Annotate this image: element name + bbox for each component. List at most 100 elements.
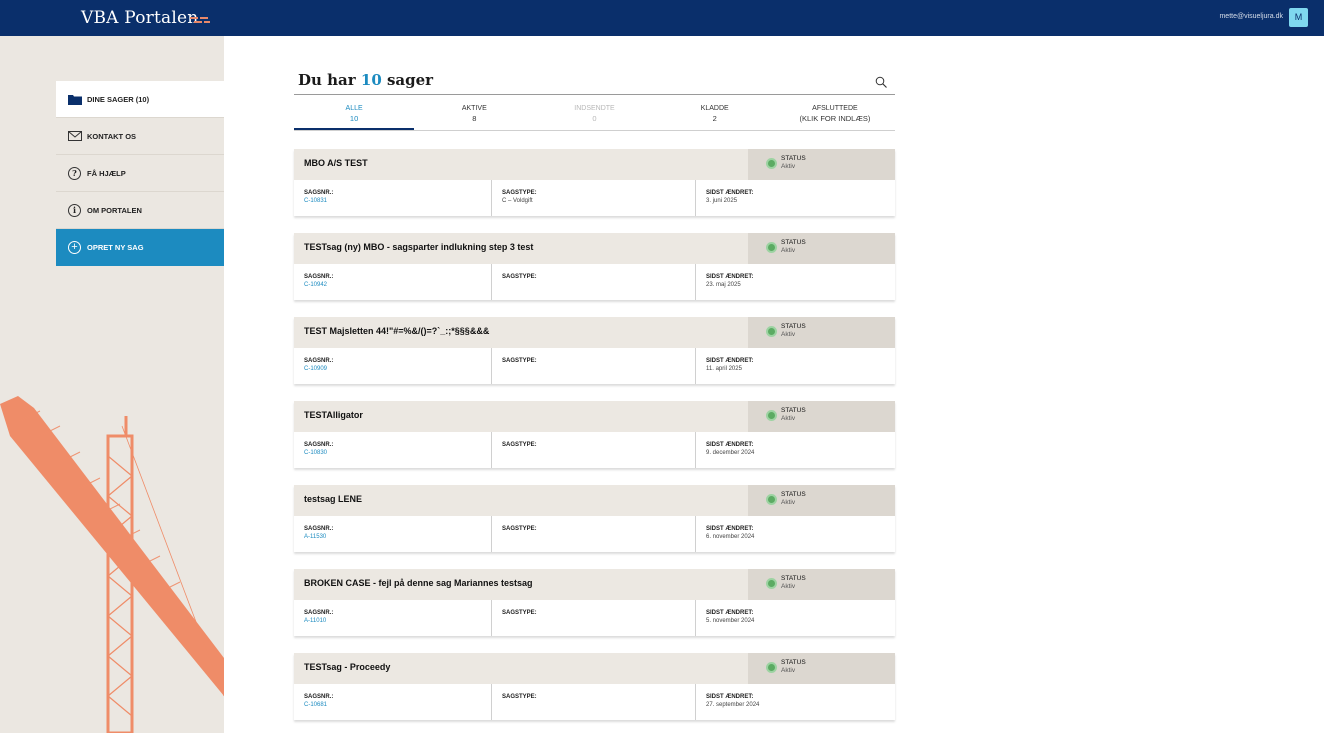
case-card: BROKEN CASE - fejl på denne sag Marianne…	[294, 569, 895, 636]
status-dot-icon	[766, 578, 777, 589]
sidebar: DINE SAGER (10) KONTAKT OS ? FÅ HJÆLP i …	[0, 36, 224, 733]
status-dot-icon	[766, 326, 777, 337]
case-details: SAGSNR.: C-10681 SAGSTYPE: SIDST ÆNDRET: 2…	[294, 684, 895, 720]
case-type-field: SAGSTYPE:	[492, 684, 696, 720]
sidebar-item-label: OM PORTALEN	[87, 205, 142, 215]
case-number-link[interactable]: A-11530	[304, 533, 491, 541]
main-content: Du har 10 sager ALLE 10 AKTIVE 8 INDSENDTE…	[294, 64, 895, 733]
case-title[interactable]: testsag LENE	[294, 485, 748, 516]
case-status: STATUS Aktiv	[748, 569, 895, 600]
sidebar-nav: DINE SAGER (10) KONTAKT OS ? FÅ HJÆLP i …	[56, 81, 224, 266]
case-type-field: SAGSTYPE:	[492, 600, 696, 636]
last-changed-field: SIDST ÆNDRET: 23. maj 2025	[706, 274, 754, 288]
tab-indsendte[interactable]: INDSENDTE 0	[534, 95, 654, 130]
case-status: STATUS Aktiv	[748, 317, 895, 348]
last-changed-field: SIDST ÆNDRET: 5. november 2024	[706, 610, 755, 624]
case-number-field: SAGSNR.: C-10909	[294, 348, 492, 384]
page-title: Du har 10 sager	[298, 71, 434, 89]
folder-icon	[67, 93, 82, 106]
status-dot-icon	[766, 158, 777, 169]
last-changed-field: SIDST ÆNDRET: 11. april 2025	[706, 358, 754, 372]
case-number-link[interactable]: C-10909	[304, 365, 491, 373]
tab-alle[interactable]: ALLE 10	[294, 95, 415, 130]
case-type-field: SAGSTYPE:	[492, 516, 696, 552]
last-changed-field: SIDST ÆNDRET: 6. november 2024	[706, 526, 755, 540]
case-details: SAGSNR.: C-10909 SAGSTYPE: SIDST ÆNDRET: 1…	[294, 348, 895, 384]
case-details: SAGSNR.: A-11010 SAGSTYPE: SIDST ÆNDRET: 5…	[294, 600, 895, 636]
case-details: SAGSNR.: C-10830 SAGSTYPE: SIDST ÆNDRET: 9…	[294, 432, 895, 468]
case-status: STATUS Aktiv	[748, 401, 895, 432]
case-type-field: SAGSTYPE:	[492, 432, 696, 468]
tab-kladde[interactable]: KLADDE 2	[655, 95, 775, 130]
case-status: STATUS Aktiv	[748, 653, 895, 684]
top-bar: VBA Portalen mette@visueljura.dk M	[0, 0, 1324, 36]
status-dot-icon	[766, 410, 777, 421]
case-number-link[interactable]: C-10830	[304, 449, 491, 457]
sidebar-item-label: FÅ HJÆLP	[87, 168, 126, 178]
case-details: SAGSNR.: A-11530 SAGSTYPE: SIDST ÆNDRET: 6…	[294, 516, 895, 552]
app-logo[interactable]: VBA Portalen	[81, 8, 198, 28]
case-header: TESTsag (ny) MBO - sagsparter indlukning…	[294, 233, 895, 264]
case-details: SAGSNR.: C-10831 SAGSTYPE: C – Voldgift SI…	[294, 180, 895, 216]
case-type-field: SAGSTYPE: C – Voldgift	[492, 180, 696, 216]
filter-tabs: ALLE 10 AKTIVE 8 INDSENDTE 0 KLADDE 2 AFSLUT…	[294, 95, 895, 131]
case-header: TEST Majsletten 44!"#=%&/()=?`_:;*§§§&&&…	[294, 317, 895, 348]
case-status: STATUS Aktiv	[748, 149, 895, 180]
sidebar-item-om-portalen[interactable]: i OM PORTALEN	[56, 192, 224, 229]
last-changed-field: SIDST ÆNDRET: 9. december 2024	[706, 442, 755, 456]
case-type-field: SAGSTYPE:	[492, 348, 696, 384]
sidebar-item-label: DINE SAGER (10)	[87, 94, 150, 104]
user-avatar[interactable]: M	[1289, 8, 1308, 27]
info-icon: i	[67, 203, 82, 217]
case-title[interactable]: MBO A/S TEST	[294, 149, 748, 180]
tab-aktive[interactable]: AKTIVE 8	[414, 95, 534, 130]
sidebar-item-label: KONTAKT OS	[87, 131, 137, 141]
case-header: TESTsag - Proceedy STATUS Aktiv	[294, 653, 895, 684]
tab-afsluttede[interactable]: AFSLUTTEDE (KLIK FOR INDLÆS)	[775, 95, 895, 130]
case-header: MBO A/S TEST STATUS Aktiv	[294, 149, 895, 180]
case-number-field: SAGSNR.: C-10831	[294, 180, 492, 216]
envelope-icon	[67, 130, 82, 143]
case-number-link[interactable]: C-10942	[304, 281, 491, 289]
case-card: TEST Majsletten 44!"#=%&/()=?`_:;*§§§&&&…	[294, 317, 895, 384]
user-email: mette@visueljura.dk	[1219, 13, 1283, 20]
case-count: 10	[360, 71, 382, 89]
case-title[interactable]: BROKEN CASE - fejl på denne sag Marianne…	[294, 569, 748, 600]
crane-illustration	[0, 396, 224, 733]
case-number-field: SAGSNR.: C-10830	[294, 432, 492, 468]
sidebar-item-label: OPRET NY SAG	[87, 243, 144, 252]
case-number-link[interactable]: C-10831	[304, 197, 491, 205]
case-header: BROKEN CASE - fejl på denne sag Marianne…	[294, 569, 895, 600]
case-number-field: SAGSNR.: C-10942	[294, 264, 492, 300]
case-title[interactable]: TESTAlligator	[294, 401, 748, 432]
case-card: testsag LENE STATUS Aktiv SAGSNR.: A-11530…	[294, 485, 895, 552]
case-number-link[interactable]: C-10681	[304, 701, 491, 709]
sidebar-item-faa-hjaelp[interactable]: ? FÅ HJÆLP	[56, 155, 224, 192]
case-details: SAGSNR.: C-10942 SAGSTYPE: SIDST ÆNDRET: 2…	[294, 264, 895, 300]
case-header: TESTAlligator STATUS Aktiv	[294, 401, 895, 432]
status-dot-icon	[766, 242, 777, 253]
case-number-field: SAGSNR.: C-10681	[294, 684, 492, 720]
case-header: testsag LENE STATUS Aktiv	[294, 485, 895, 516]
case-status: STATUS Aktiv	[748, 233, 895, 264]
sidebar-item-dine-sager[interactable]: DINE SAGER (10)	[56, 81, 224, 118]
case-number-field: SAGSNR.: A-11530	[294, 516, 492, 552]
case-title[interactable]: TESTsag (ny) MBO - sagsparter indlukning…	[294, 233, 748, 264]
case-card: MBO A/S TEST STATUS Aktiv SAGSNR.: C-10831…	[294, 149, 895, 216]
case-number-field: SAGSNR.: A-11010	[294, 600, 492, 636]
plus-circle-icon: +	[67, 241, 82, 254]
status-dot-icon	[766, 662, 777, 673]
last-changed-field: SIDST ÆNDRET: 27. september 2024	[706, 694, 760, 708]
status-dot-icon	[766, 494, 777, 505]
case-list: MBO A/S TEST STATUS Aktiv SAGSNR.: C-10831…	[294, 149, 895, 720]
last-changed-field: SIDST ÆNDRET: 3. juni 2025	[706, 190, 754, 204]
sidebar-item-opret-ny-sag[interactable]: + OPRET NY SAG	[56, 229, 224, 266]
case-title[interactable]: TESTsag - Proceedy	[294, 653, 748, 684]
case-card: TESTsag (ny) MBO - sagsparter indlukning…	[294, 233, 895, 300]
search-icon[interactable]	[875, 76, 887, 88]
case-title[interactable]: TEST Majsletten 44!"#=%&/()=?`_:;*§§§&&&	[294, 317, 748, 348]
case-card: TESTsag - Proceedy STATUS Aktiv SAGSNR.: C…	[294, 653, 895, 720]
logo-bricks-icon	[190, 17, 210, 23]
case-number-link[interactable]: A-11010	[304, 617, 491, 625]
sidebar-item-kontakt-os[interactable]: KONTAKT OS	[56, 118, 224, 155]
